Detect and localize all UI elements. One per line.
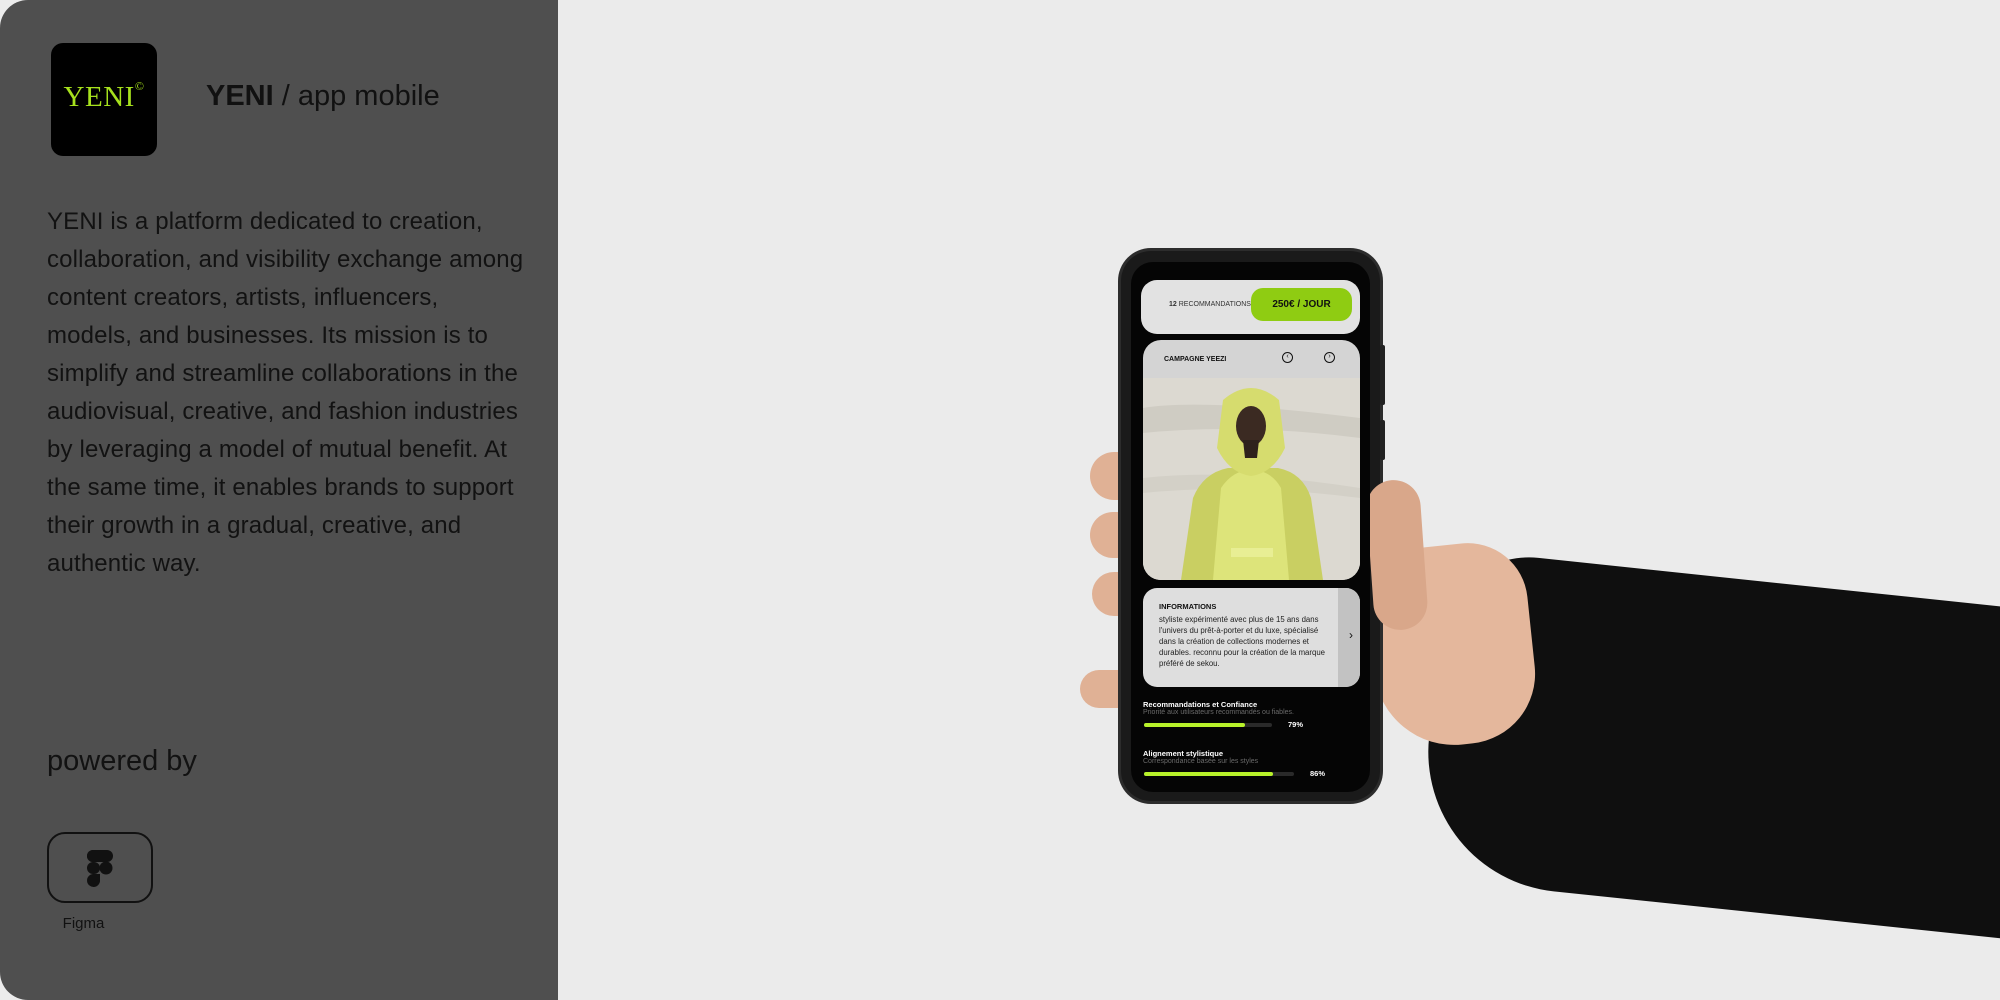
title-brand: YENI: [206, 80, 274, 112]
campaign-card[interactable]: CAMPAGNE YEEZI ‹ ›: [1143, 340, 1360, 580]
information-title: INFORMATIONS: [1159, 602, 1217, 611]
metric-title: Alignement stylistique: [1143, 749, 1224, 758]
price-button[interactable]: 250€ / JOUR: [1251, 288, 1352, 321]
figma-label: Figma: [62, 915, 105, 932]
metric-progress-fill: [1144, 772, 1273, 776]
metric-percentage: 86%: [1310, 769, 1326, 778]
metric-percentage: 79%: [1288, 720, 1304, 729]
chevron-right-icon[interactable]: ›: [1349, 628, 1353, 642]
chevron-right-circle-icon[interactable]: ›: [1324, 352, 1335, 363]
campaign-title: CAMPAGNE YEEZI: [1164, 356, 1227, 363]
campaign-image: [1143, 378, 1360, 580]
phone-screen: 12 RECOMMANDATIONS 250€ / JOUR CAMPAGNE …: [1131, 262, 1370, 792]
title-subtitle: / app mobile: [273, 80, 440, 112]
recommendations-number: 12: [1169, 301, 1177, 308]
information-card[interactable]: INFORMATIONS styliste expérimenté avec p…: [1143, 588, 1360, 687]
recommendations-count: 12 RECOMMANDATIONS: [1169, 301, 1251, 308]
info-panel: YENI© YENI / app mobile YENI is a platfo…: [0, 0, 558, 1000]
phone-side-button: [1380, 345, 1385, 405]
phone-side-button: [1380, 420, 1385, 460]
metric-progress-fill: [1144, 723, 1246, 727]
yeni-logo: YENI©: [51, 43, 157, 156]
figma-icon: [47, 832, 153, 903]
logo-text: YENI: [63, 81, 135, 113]
chevron-left-circle-icon[interactable]: ‹: [1282, 352, 1293, 363]
metric-title: Recommandations et Confiance: [1143, 700, 1258, 709]
hand-thumb: [1364, 478, 1430, 632]
metric-progress-bar: [1144, 723, 1272, 727]
recommendations-bar: 12 RECOMMANDATIONS 250€ / JOUR: [1141, 280, 1360, 334]
metric-subtitle: Priorité aux utilisateurs recommandés ou…: [1143, 709, 1294, 716]
project-description: YENI is a platform dedicated to creation…: [47, 208, 524, 577]
metric-progress-bar: [1144, 772, 1294, 776]
page-title: YENI / app mobile: [206, 80, 440, 113]
metric-subtitle: Correspondance basée sur les styles: [1143, 758, 1259, 765]
recommendations-label: RECOMMANDATIONS: [1178, 301, 1251, 308]
information-text: styliste expérimenté avec plus de 15 ans…: [1159, 615, 1326, 668]
logo-mark: ©: [134, 79, 145, 93]
powered-by-label: powered by: [47, 745, 197, 777]
